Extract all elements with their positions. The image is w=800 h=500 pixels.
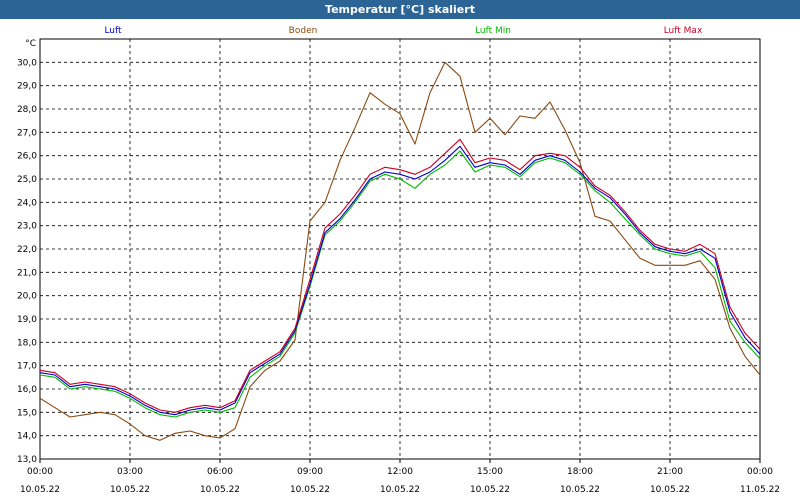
x-tick-date: 10.05.22 [20, 485, 60, 495]
x-tick-time: 09:00 [297, 467, 323, 477]
x-tick-time: 00:00 [27, 467, 53, 477]
legend-luft: Luft [104, 26, 122, 36]
x-tick-date: 10.05.22 [650, 485, 690, 495]
y-tick-label: 21,0 [17, 268, 37, 278]
y-tick-label: 18,0 [17, 338, 37, 348]
y-tick-label: 14,0 [17, 432, 37, 442]
y-tick-label: 24,0 [17, 198, 37, 208]
y-tick-label: 13,0 [17, 455, 37, 465]
legend-luft-min: Luft Min [475, 26, 511, 36]
y-axis-unit: °C [25, 39, 36, 49]
chart-window: Temperatur [°C] skaliert 14,0 15,0 16,0 17,… [0, 0, 800, 500]
y-tick-label: 22,0 [17, 245, 37, 255]
legend-luft-max: Luft Max [664, 26, 703, 36]
x-tick-time: 18:00 [567, 467, 593, 477]
y-tick-label: 26,0 [17, 152, 37, 162]
y-tick-label: 28,0 [17, 105, 37, 115]
y-tick-label: 29,0 [17, 82, 37, 92]
window-title: Temperatur [°C] skaliert [0, 0, 800, 19]
x-tick-date: 11.05.22 [740, 485, 780, 495]
x-tick-date: 10.05.22 [200, 485, 240, 495]
x-tick-time: 15:00 [477, 467, 503, 477]
x-tick-time: 21:00 [657, 467, 683, 477]
legend-boden: Boden [289, 26, 318, 36]
y-tick-label: 15,0 [17, 408, 37, 418]
y-tick-label: 17,0 [17, 362, 37, 372]
x-tick-date: 10.05.22 [380, 485, 420, 495]
y-tick-label: 23,0 [17, 222, 37, 232]
y-tick-label: 19,0 [17, 315, 37, 325]
x-tick-date: 10.05.22 [560, 485, 600, 495]
x-tick-date: 10.05.22 [110, 485, 150, 495]
y-tick-label: 25,0 [17, 175, 37, 185]
x-tick-time: 00:00 [747, 467, 773, 477]
x-tick-time: 03:00 [117, 467, 143, 477]
y-tick-label: 30,0 [17, 58, 37, 68]
x-tick-time: 06:00 [207, 467, 233, 477]
y-tick-label: 16,0 [17, 385, 37, 395]
x-tick-date: 10.05.22 [470, 485, 510, 495]
y-tick-label: 27,0 [17, 128, 37, 138]
y-tick-label: 20,0 [17, 292, 37, 302]
x-tick-time: 12:00 [387, 467, 413, 477]
temperature-chart: 14,0 15,0 16,0 17,0 18,0 19,0 20,0 21,0 22,0 23,0… [17, 26, 780, 495]
x-tick-date: 10.05.22 [290, 485, 330, 495]
